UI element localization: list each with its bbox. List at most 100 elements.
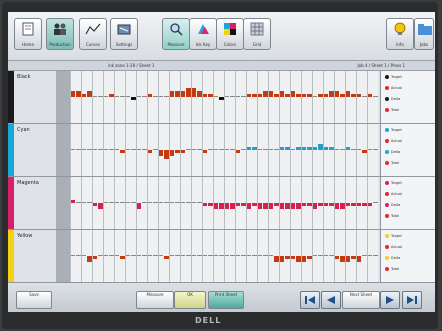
measure-button[interactable]: Measure	[162, 18, 190, 50]
ink-zone-bar[interactable]	[367, 149, 372, 150]
ink-zone-bar[interactable]	[235, 203, 240, 206]
ink-zone-bar[interactable]	[351, 256, 356, 259]
ink-zone-bar[interactable]	[142, 149, 147, 150]
ink-zone-bar[interactable]	[191, 149, 196, 150]
ok-button[interactable]: OK	[174, 291, 206, 309]
ink-zone-bar[interactable]	[257, 149, 262, 150]
ink-zone-bar[interactable]	[197, 255, 202, 256]
ink-zone-bar[interactable]	[158, 202, 163, 203]
ink-zone-bar[interactable]	[367, 203, 372, 206]
ink-zone-bar[interactable]	[323, 255, 328, 256]
ink-zone-bar[interactable]	[329, 91, 334, 97]
ink-zone-bar[interactable]	[367, 94, 372, 97]
ink-zone-bar[interactable]	[136, 203, 141, 209]
ink-zone-bar[interactable]	[136, 255, 141, 256]
ink-zone-bar[interactable]	[334, 91, 339, 97]
last-page-button[interactable]	[402, 291, 422, 309]
ink-zone-bar[interactable]	[169, 150, 174, 156]
ink-zone-bar[interactable]	[312, 147, 317, 150]
ink-zone-bar[interactable]	[109, 149, 114, 150]
ink-zone-bar[interactable]	[312, 96, 317, 97]
ink-zone-bar[interactable]	[76, 91, 81, 97]
ink-zone-bar[interactable]	[274, 203, 279, 206]
ink-zone-bar[interactable]	[373, 255, 378, 256]
measure-bottom-button[interactable]: Measure	[136, 291, 174, 309]
ink-zone-bar[interactable]	[213, 203, 218, 209]
ink-zone-bar[interactable]	[87, 202, 92, 203]
ink-zone-bar[interactable]	[362, 96, 367, 97]
ink-zone-bar[interactable]	[98, 255, 103, 256]
ink-zone-bar[interactable]	[285, 203, 290, 209]
colors-button[interactable]: Colors	[216, 18, 244, 50]
ink-zone-bar[interactable]	[186, 88, 191, 97]
ink-zone-bar[interactable]	[356, 149, 361, 150]
ink-zone-bar[interactable]	[186, 255, 191, 256]
ink-zone-bar[interactable]	[373, 149, 378, 150]
ink-zone-bar[interactable]	[142, 96, 147, 97]
ink-zone-bar[interactable]	[125, 255, 130, 256]
ink-zone-bar[interactable]	[114, 96, 119, 97]
ink-zone-bar[interactable]	[307, 256, 312, 259]
ink-zone-bar[interactable]	[351, 94, 356, 97]
ink-zone-bar[interactable]	[263, 91, 268, 97]
ink-zone-bar[interactable]	[230, 255, 235, 256]
ink-zone-bar[interactable]	[290, 203, 295, 209]
ink-zone-bar[interactable]	[142, 202, 147, 203]
ink-zone-bar[interactable]	[153, 255, 158, 256]
ink-zone-bar[interactable]	[279, 203, 284, 209]
ink-zone-bar[interactable]	[323, 94, 328, 97]
ink-zone-bar[interactable]	[219, 149, 224, 150]
production-button[interactable]: Production	[46, 18, 74, 50]
ink-zone-bar[interactable]	[230, 96, 235, 97]
ink-zone-bar[interactable]	[345, 91, 350, 97]
ink-zone-bar[interactable]	[268, 149, 273, 150]
ink-zone-bar[interactable]	[356, 203, 361, 206]
ink-zone-bar[interactable]	[301, 94, 306, 97]
prev-page-button[interactable]	[321, 291, 341, 309]
ink-zone-bar[interactable]	[142, 255, 147, 256]
ink-zone-bar[interactable]	[373, 202, 378, 203]
ink-zone-bar[interactable]	[285, 256, 290, 259]
ink-zone-bar[interactable]	[164, 202, 169, 203]
ink-zone-bar[interactable]	[323, 203, 328, 206]
ink-zone-bar[interactable]	[307, 147, 312, 150]
ink-zone-bar[interactable]	[274, 149, 279, 150]
ink-zone-bar[interactable]	[191, 255, 196, 256]
ink-zone-bar[interactable]	[268, 91, 273, 97]
ink-zone-grid[interactable]	[70, 230, 378, 282]
ink-zone-bar[interactable]	[109, 255, 114, 256]
ink-zone-bar[interactable]	[362, 255, 367, 256]
ink-zone-bar[interactable]	[109, 202, 114, 203]
ink-zone-bar[interactable]	[136, 149, 141, 150]
ink-zone-bar[interactable]	[103, 255, 108, 256]
ink-zone-bar[interactable]	[81, 202, 86, 203]
ink-zone-bar[interactable]	[252, 203, 257, 206]
ink-zone-bar[interactable]	[202, 255, 207, 256]
ink-zone-bar[interactable]	[241, 96, 246, 97]
print-sheet-button[interactable]: Print Sheet	[208, 291, 244, 309]
ink-zone-bar[interactable]	[241, 255, 246, 256]
ink-zone-bar[interactable]	[76, 202, 81, 203]
ink-zone-bar[interactable]	[246, 94, 251, 97]
ink-zone-bar[interactable]	[147, 255, 152, 256]
ink-zone-bar[interactable]	[263, 149, 268, 150]
ink-zone-bar[interactable]	[125, 202, 130, 203]
ink-zone-bar[interactable]	[246, 203, 251, 209]
ink-zone-grid[interactable]	[70, 177, 378, 229]
ink-zone-bar[interactable]	[76, 149, 81, 150]
ink-zone-bar[interactable]	[219, 203, 224, 209]
ink-zone-bar[interactable]	[131, 202, 136, 203]
ink-zone-bar[interactable]	[373, 96, 378, 97]
ink-zone-bar[interactable]	[362, 150, 367, 153]
ink-zone-bar[interactable]	[125, 96, 130, 97]
ink-zone-bar[interactable]	[296, 147, 301, 150]
next-sheet-button[interactable]: Next Sheet	[342, 291, 380, 309]
ink-zone-bar[interactable]	[268, 203, 273, 209]
ink-zone-bar[interactable]	[356, 94, 361, 97]
home-button[interactable]: Home	[14, 18, 42, 50]
ink-zone-bar[interactable]	[87, 256, 92, 262]
ink-zone-bar[interactable]	[120, 96, 125, 97]
ink-zone-bar[interactable]	[334, 256, 339, 259]
ink-zone-bar[interactable]	[180, 150, 185, 153]
ink-zone-bar[interactable]	[329, 203, 334, 206]
